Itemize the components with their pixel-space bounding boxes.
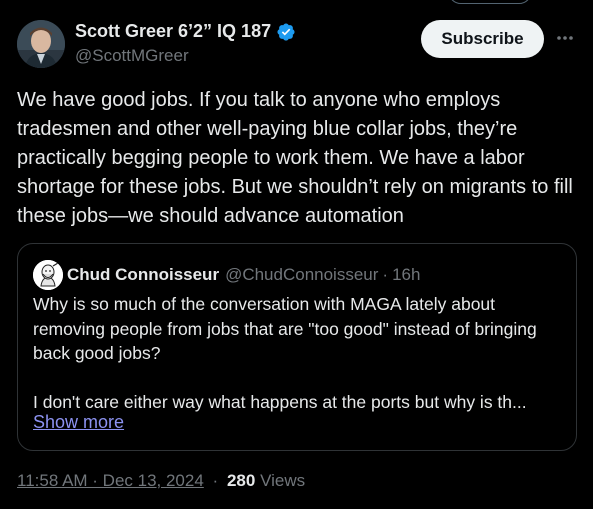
meta-separator: ·	[212, 471, 219, 490]
view-count: 280	[226, 471, 256, 490]
subscribe-button[interactable]: Subscribe	[421, 20, 544, 58]
author-display-name[interactable]: Scott Greer 6’2” IQ 187	[75, 21, 271, 42]
verified-badge-icon[interactable]	[276, 22, 296, 42]
quoted-author-avatar[interactable]	[33, 260, 63, 290]
post-timestamp[interactable]: 11:58 AM · Dec 13, 2024	[17, 471, 204, 490]
author-name-line: Scott Greer 6’2” IQ 187	[75, 21, 433, 42]
quoted-post-header: Chud Connoisseur @ChudConnoisseur · 16h	[33, 260, 420, 290]
author-avatar[interactable]	[17, 20, 65, 68]
author-handle[interactable]: @ScottMGreer	[75, 46, 433, 66]
quoted-author-name[interactable]: Chud Connoisseur	[67, 265, 219, 285]
more-horizontal-icon[interactable]	[555, 28, 575, 48]
quoted-author-handle[interactable]: @ChudConnoisseur	[225, 265, 378, 285]
quoted-post-text: Why is so much of the conversation with …	[33, 294, 537, 412]
views-label: Views	[260, 471, 306, 490]
author-avatar-image	[17, 20, 65, 68]
quoted-post-separator: ·	[382, 265, 389, 284]
partial-top-button[interactable]	[448, 0, 532, 4]
show-more-link[interactable]: Show more	[33, 412, 124, 433]
quoted-post-time[interactable]: 16h	[392, 265, 420, 285]
post-text: We have good jobs. If you talk to anyone…	[17, 89, 573, 227]
author-block: Scott Greer 6’2” IQ 187 @ScottMGreer	[75, 21, 433, 66]
post-meta: 11:58 AM · Dec 13, 2024 · 280 Views	[17, 471, 305, 491]
quoted-post-card[interactable]: Chud Connoisseur @ChudConnoisseur · 16h …	[17, 243, 577, 451]
